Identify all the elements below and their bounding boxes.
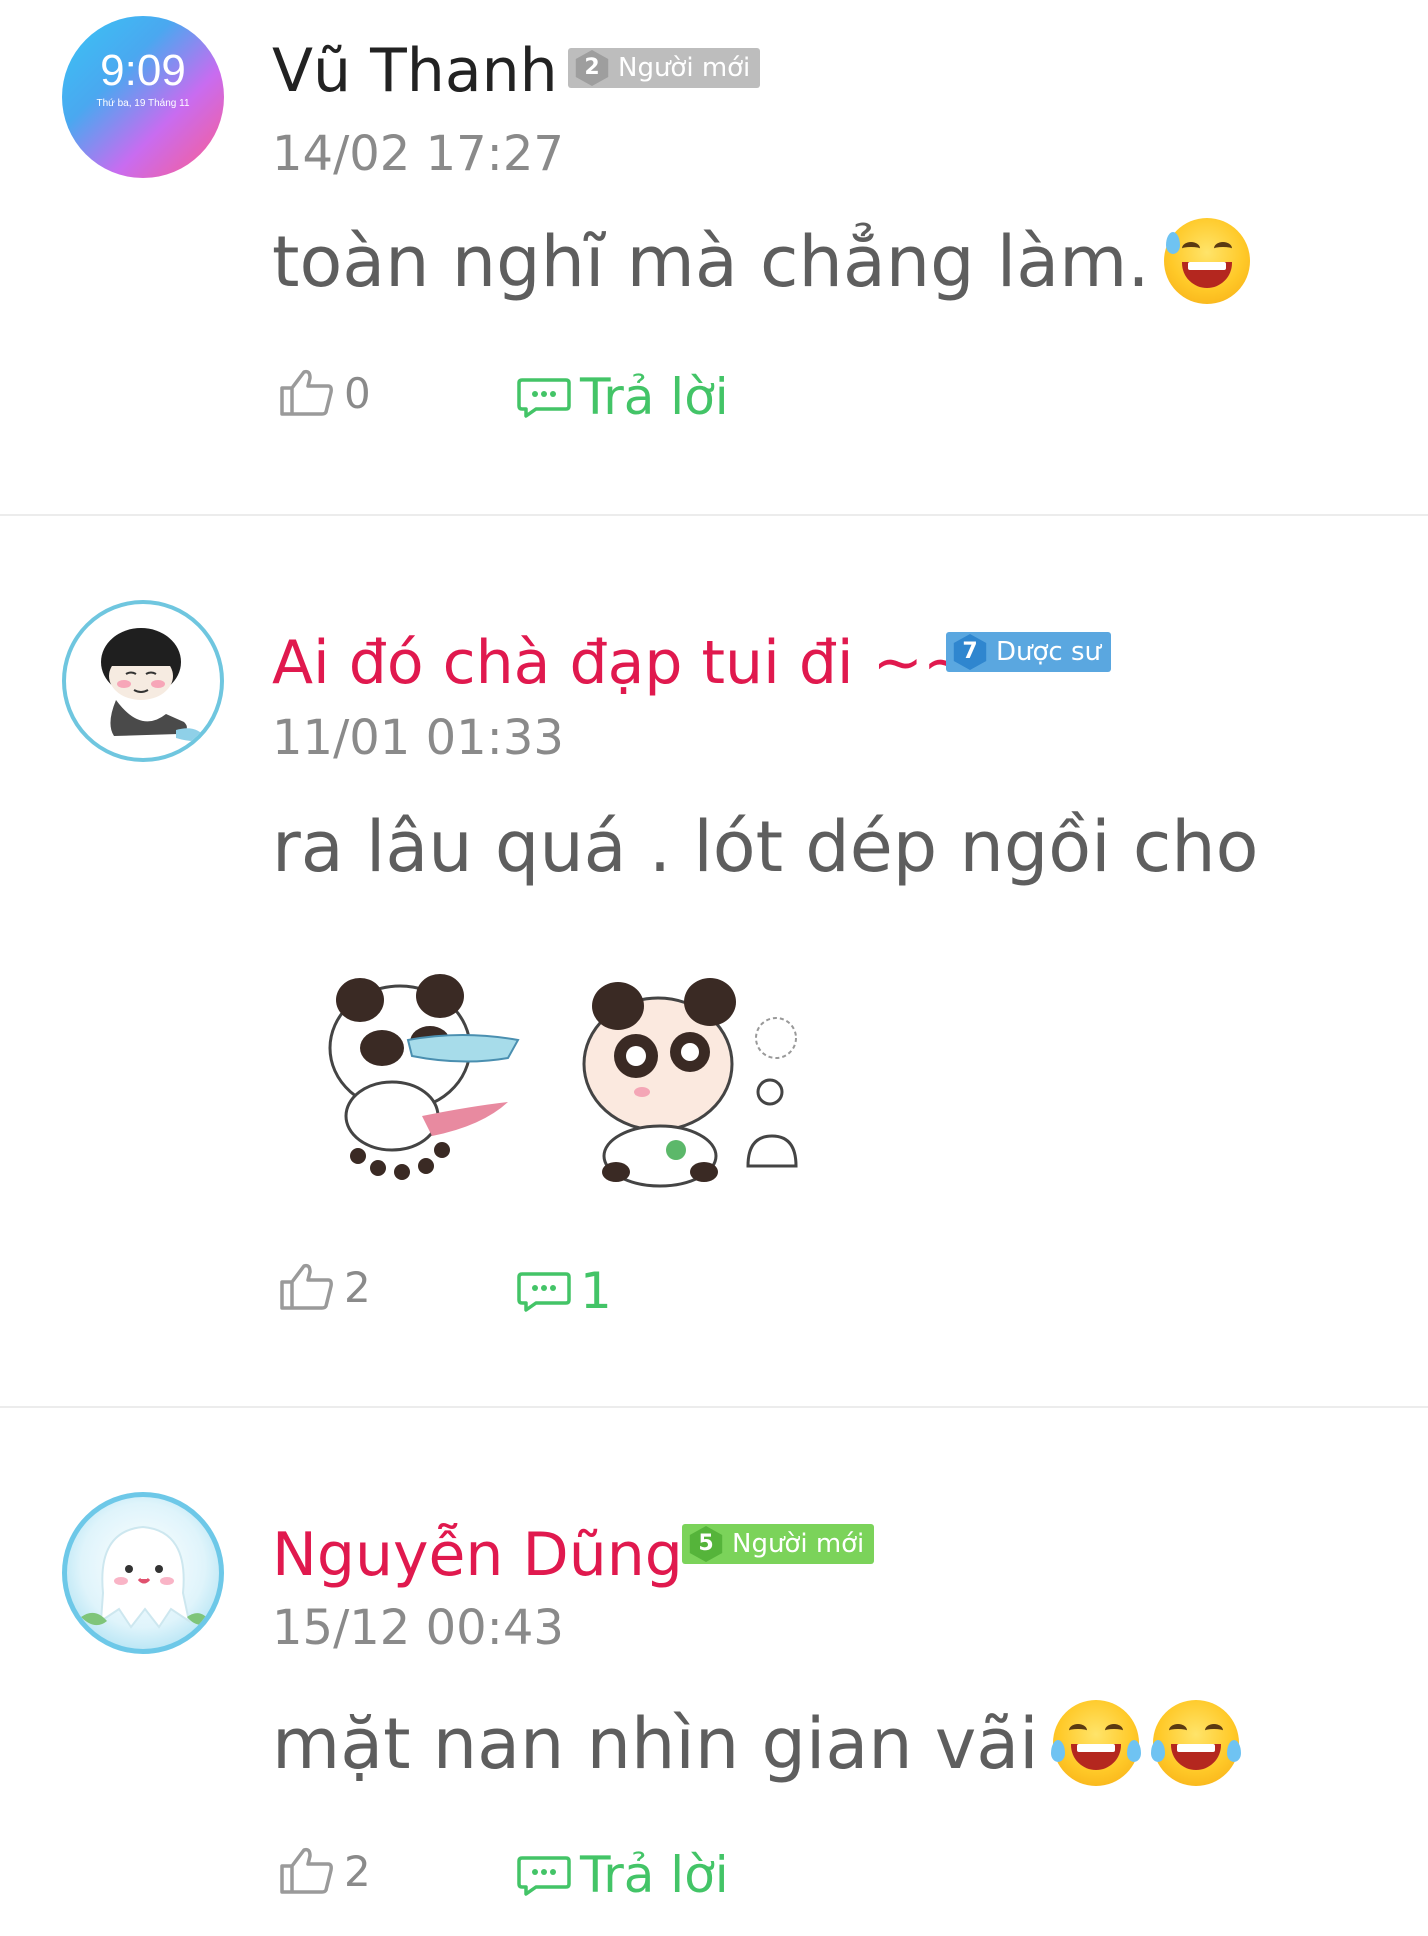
chat-bubble-icon (517, 1856, 571, 1896)
comment-text: mặt nan nhìn gian vãi (272, 1700, 1241, 1786)
username[interactable]: Vũ Thanh (272, 34, 558, 108)
username[interactable]: Ai đó chà đạp tui đi ~~ (272, 626, 973, 700)
badge-label: Dược sư (996, 637, 1101, 667)
avatar-clock: 9:09 (100, 46, 186, 95)
sweat-smile-emoji-icon (1163, 218, 1250, 304)
sticker-panda-1[interactable] (312, 966, 530, 1192)
timestamp: 14/02 17:27 (272, 126, 564, 182)
avatar[interactable] (62, 600, 224, 762)
like-button[interactable]: 0 (278, 368, 371, 418)
reply-button[interactable]: Trả lời (516, 1846, 729, 1904)
chat-bubble-icon (517, 1272, 571, 1312)
reply-button[interactable]: Trả lời (516, 368, 729, 426)
avatar-date: Thứ ba, 19 Tháng 11 (96, 98, 190, 109)
like-count: 2 (344, 1846, 371, 1896)
avatar[interactable] (62, 1492, 224, 1654)
level-badge: 2 Người mới (568, 48, 761, 88)
laughing-tears-emoji-icon (1050, 1700, 1141, 1786)
like-button[interactable]: 2 (278, 1846, 371, 1896)
comment-text: toàn nghĩ mà chẳng làm. (272, 218, 1250, 304)
chat-bubble-icon (517, 378, 571, 418)
divider (0, 514, 1428, 516)
level-badge: 7 Dược sư (946, 632, 1111, 672)
level-badge: 5 Người mới (682, 1524, 875, 1564)
comment-text-body: mặt nan nhìn gian vãi (272, 1703, 1039, 1785)
level-number: 7 (953, 634, 987, 670)
panda-sticker-icon (328, 974, 520, 1180)
username[interactable]: Nguyễn Dũng (272, 1518, 683, 1592)
avatar[interactable]: 9:09 Thứ ba, 19 Tháng 11 (62, 16, 224, 178)
reply-label: Trả lời (580, 1846, 729, 1904)
divider (0, 1406, 1428, 1408)
like-count: 2 (344, 1262, 371, 1312)
ghost-avatar-icon (81, 1525, 211, 1629)
badge-label: Người mới (732, 1529, 865, 1559)
reply-button[interactable]: 1 (516, 1262, 612, 1320)
comment-text-body: toàn nghĩ mà chẳng làm. (272, 221, 1150, 303)
level-number: 2 (575, 50, 609, 86)
timestamp: 11/01 01:33 (272, 710, 564, 766)
like-button[interactable]: 2 (278, 1262, 371, 1312)
thumbs-up-icon (280, 1263, 333, 1310)
sticker-panda-2[interactable] (572, 966, 800, 1192)
reply-label: Trả lời (580, 368, 729, 426)
comment-text: ra lâu quá . lót dép ngồi cho (272, 806, 1259, 888)
badge-label: Người mới (618, 53, 751, 83)
panda-sticker-icon (582, 978, 798, 1188)
thumbs-up-icon (280, 1847, 333, 1894)
timestamp: 15/12 00:43 (272, 1600, 564, 1656)
reply-count: 1 (580, 1262, 612, 1320)
cartoon-avatar-icon (101, 628, 206, 741)
laughing-tears-emoji-icon (1150, 1700, 1241, 1786)
level-number: 5 (689, 1526, 723, 1562)
like-count: 0 (344, 368, 371, 418)
thumbs-up-icon (280, 369, 333, 416)
